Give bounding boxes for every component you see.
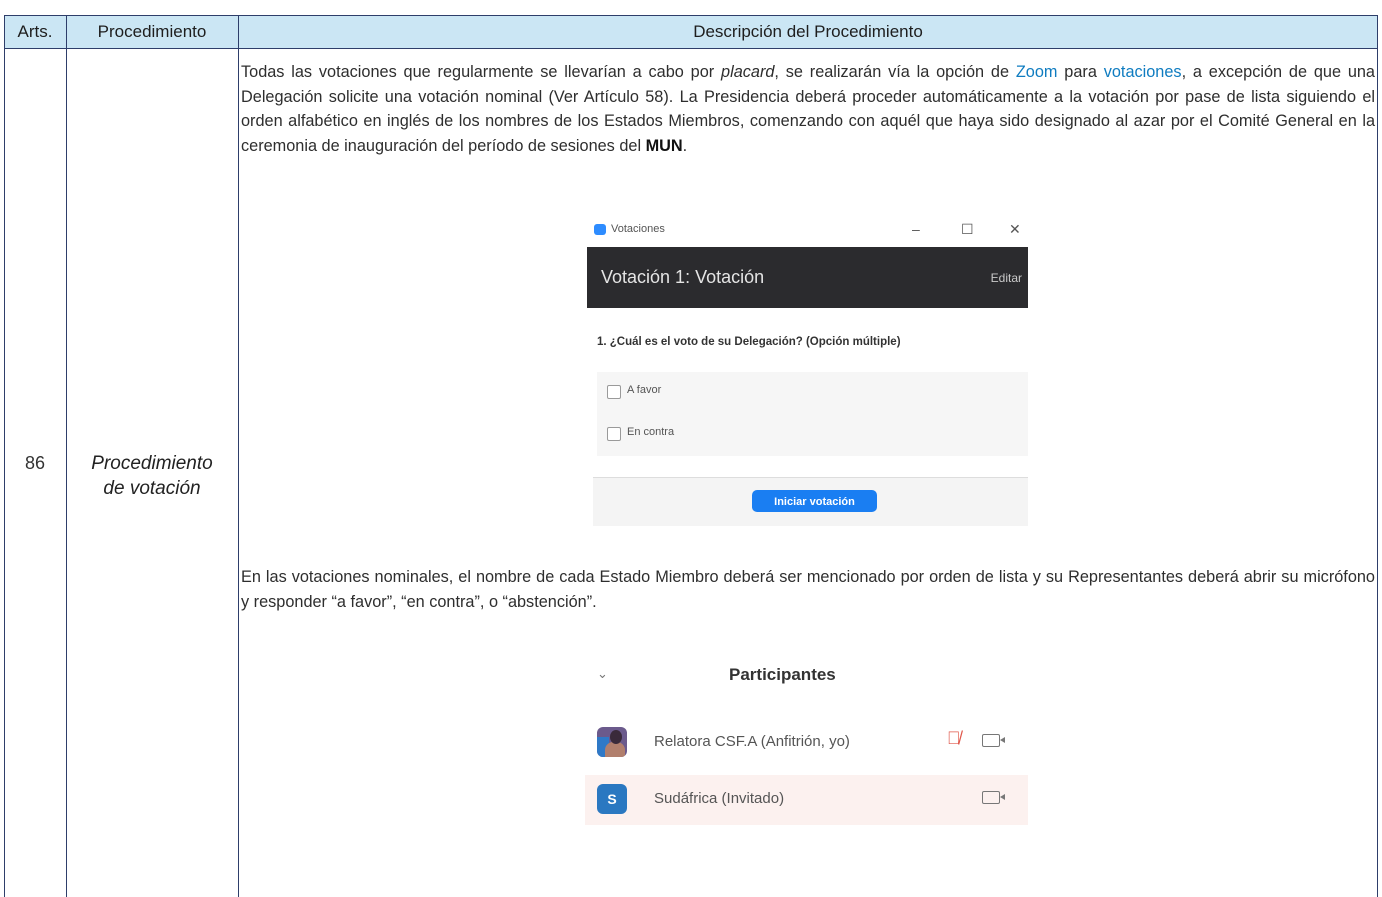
start-vote-button[interactable]: Iniciar votación [752, 490, 877, 512]
participant-name: Sudáfrica (Invitado) [654, 790, 785, 807]
poll-footer: Iniciar votación [593, 477, 1028, 526]
procedure-name-line2: de votación [103, 478, 201, 499]
option-checkbox-en-contra[interactable] [607, 427, 621, 441]
mun-term: MUN [645, 136, 683, 155]
participants-title: Participantes [729, 665, 836, 684]
camera-icon[interactable] [982, 791, 1005, 804]
description-paragraph-1: Todas las votaciones que regularmente se… [241, 60, 1375, 158]
votaciones-link[interactable]: votaciones [1104, 63, 1182, 81]
zoom-link[interactable]: Zoom [1016, 63, 1058, 81]
table-border-right [1377, 15, 1378, 897]
camera-icon[interactable] [982, 734, 1005, 747]
procedure-name: Procedimiento de votación [66, 451, 238, 501]
participant-row[interactable]: Relatora CSF.A (Anfitrión, yo) 🎙̸ [585, 718, 1028, 768]
participant-row[interactable]: S Sudáfrica (Invitado) [585, 775, 1028, 825]
option-label-en-contra: En contra [627, 426, 675, 438]
poll-header: Votación 1: Votación Editar [587, 247, 1028, 308]
article-number: 86 [24, 453, 46, 473]
participant-name: Relatora CSF.A (Anfitrión, yo) [654, 733, 850, 750]
poll-options: A favor En contra [597, 372, 1028, 456]
header-descripcion: Descripción del Procedimiento [693, 22, 923, 41]
option-label-a-favor: A favor [627, 384, 662, 396]
edit-link[interactable]: Editar [991, 271, 1022, 285]
header-procedimiento: Procedimiento [97, 22, 207, 41]
zoom-app-icon [594, 224, 606, 235]
placard-term: placard [721, 63, 775, 81]
table-header-row: Arts. Procedimiento Descripción del Proc… [4, 15, 1378, 49]
poll-question: 1. ¿Cuál es el voto de su Delegación? (O… [597, 336, 901, 348]
description-paragraph-2: En las votaciones nominales, el nombre d… [241, 568, 1375, 611]
text-segment: . [682, 136, 688, 155]
text-segment: Todas las votaciones que regularmente se… [241, 63, 722, 81]
option-checkbox-a-favor[interactable] [607, 385, 621, 399]
header-arts: Arts. [17, 22, 53, 41]
muted-microphone-icon[interactable]: 🎙̸ [947, 728, 961, 749]
close-icon[interactable]: ✕ [1009, 221, 1021, 238]
window-title: Votaciones [611, 223, 665, 235]
participants-panel-screenshot: ⌄ Participantes Relatora CSF.A (Anfitrió… [585, 648, 1028, 868]
maximize-icon[interactable]: ☐ [961, 221, 974, 238]
text-segment: , se realizarán vía la opción de [774, 63, 1016, 81]
avatar: S [597, 784, 627, 814]
window-titlebar: Votaciones – ☐ ✕ [587, 215, 1028, 247]
chevron-down-icon[interactable]: ⌄ [597, 666, 608, 682]
voting-window-screenshot: Votaciones – ☐ ✕ Votación 1: Votación Ed… [587, 215, 1028, 527]
procedure-name-line1: Procedimiento [91, 453, 213, 474]
avatar [597, 727, 627, 757]
poll-title: Votación 1: Votación [601, 267, 765, 287]
text-segment: para [1057, 63, 1104, 81]
minimize-icon[interactable]: – [912, 221, 920, 237]
column-divider-2 [238, 15, 239, 897]
